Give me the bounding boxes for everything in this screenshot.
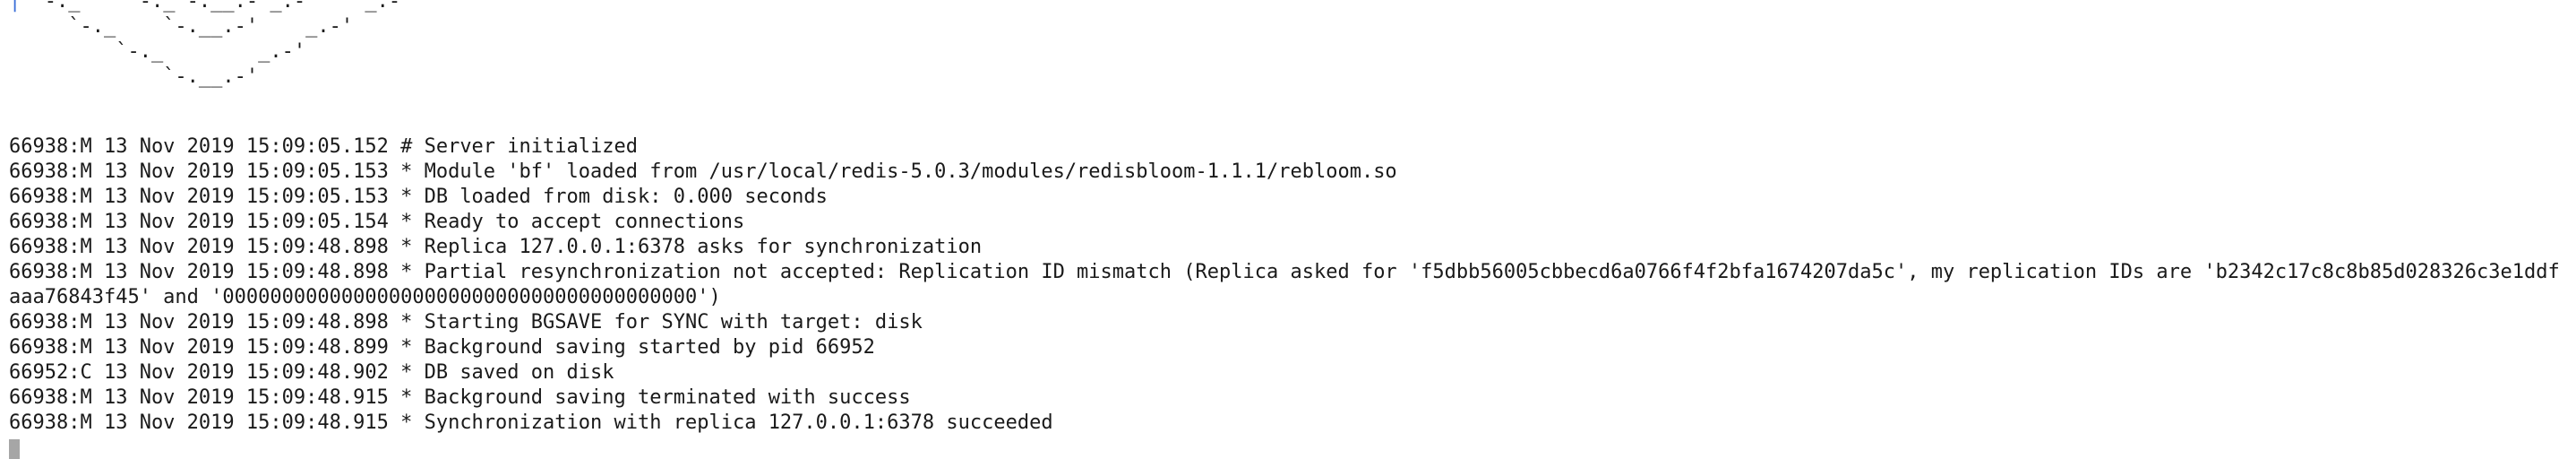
ascii-line: `-._ _.-' xyxy=(9,40,306,63)
ascii-line: `-._ `-._`-.__.-'_.-' _.-' xyxy=(21,0,413,13)
log-line: 66938:M 13 Nov 2019 15:09:05.152 # Serve… xyxy=(9,135,638,158)
log-line: 66938:M 13 Nov 2019 15:09:48.898 * Repli… xyxy=(9,236,983,258)
log-line: 66938:M 13 Nov 2019 15:09:48.915 * Synch… xyxy=(9,411,1053,434)
log-line: 66938:M 13 Nov 2019 15:09:48.898 * Start… xyxy=(9,311,923,333)
terminal-cursor xyxy=(9,439,20,459)
redis-ascii-logo: | `-._ `-._`-.__.-'_.-' _.-' `-._ `-.__.… xyxy=(9,0,412,90)
ascii-line: `-._ `-.__.-' _.-' xyxy=(9,15,354,38)
ascii-line: `-.__.-' xyxy=(9,65,259,88)
log-line: 66938:M 13 Nov 2019 15:09:48.898 * Parti… xyxy=(9,261,2560,308)
log-line: 66938:M 13 Nov 2019 15:09:05.154 * Ready… xyxy=(9,211,745,233)
log-output: 66938:M 13 Nov 2019 15:09:05.152 # Serve… xyxy=(9,134,2567,459)
log-line: 66938:M 13 Nov 2019 15:09:48.899 * Backg… xyxy=(9,336,875,359)
log-line: 66938:M 13 Nov 2019 15:09:05.153 * Modul… xyxy=(9,160,1397,183)
log-line: 66952:C 13 Nov 2019 15:09:48.902 * DB sa… xyxy=(9,361,614,384)
terminal-window[interactable]: | `-._ `-._`-.__.-'_.-' _.-' `-._ `-.__.… xyxy=(0,0,2576,459)
log-line: 66938:M 13 Nov 2019 15:09:48.915 * Backg… xyxy=(9,386,911,409)
log-line: 66938:M 13 Nov 2019 15:09:05.153 * DB lo… xyxy=(9,186,828,208)
ascii-edge-mark: | xyxy=(9,0,21,13)
